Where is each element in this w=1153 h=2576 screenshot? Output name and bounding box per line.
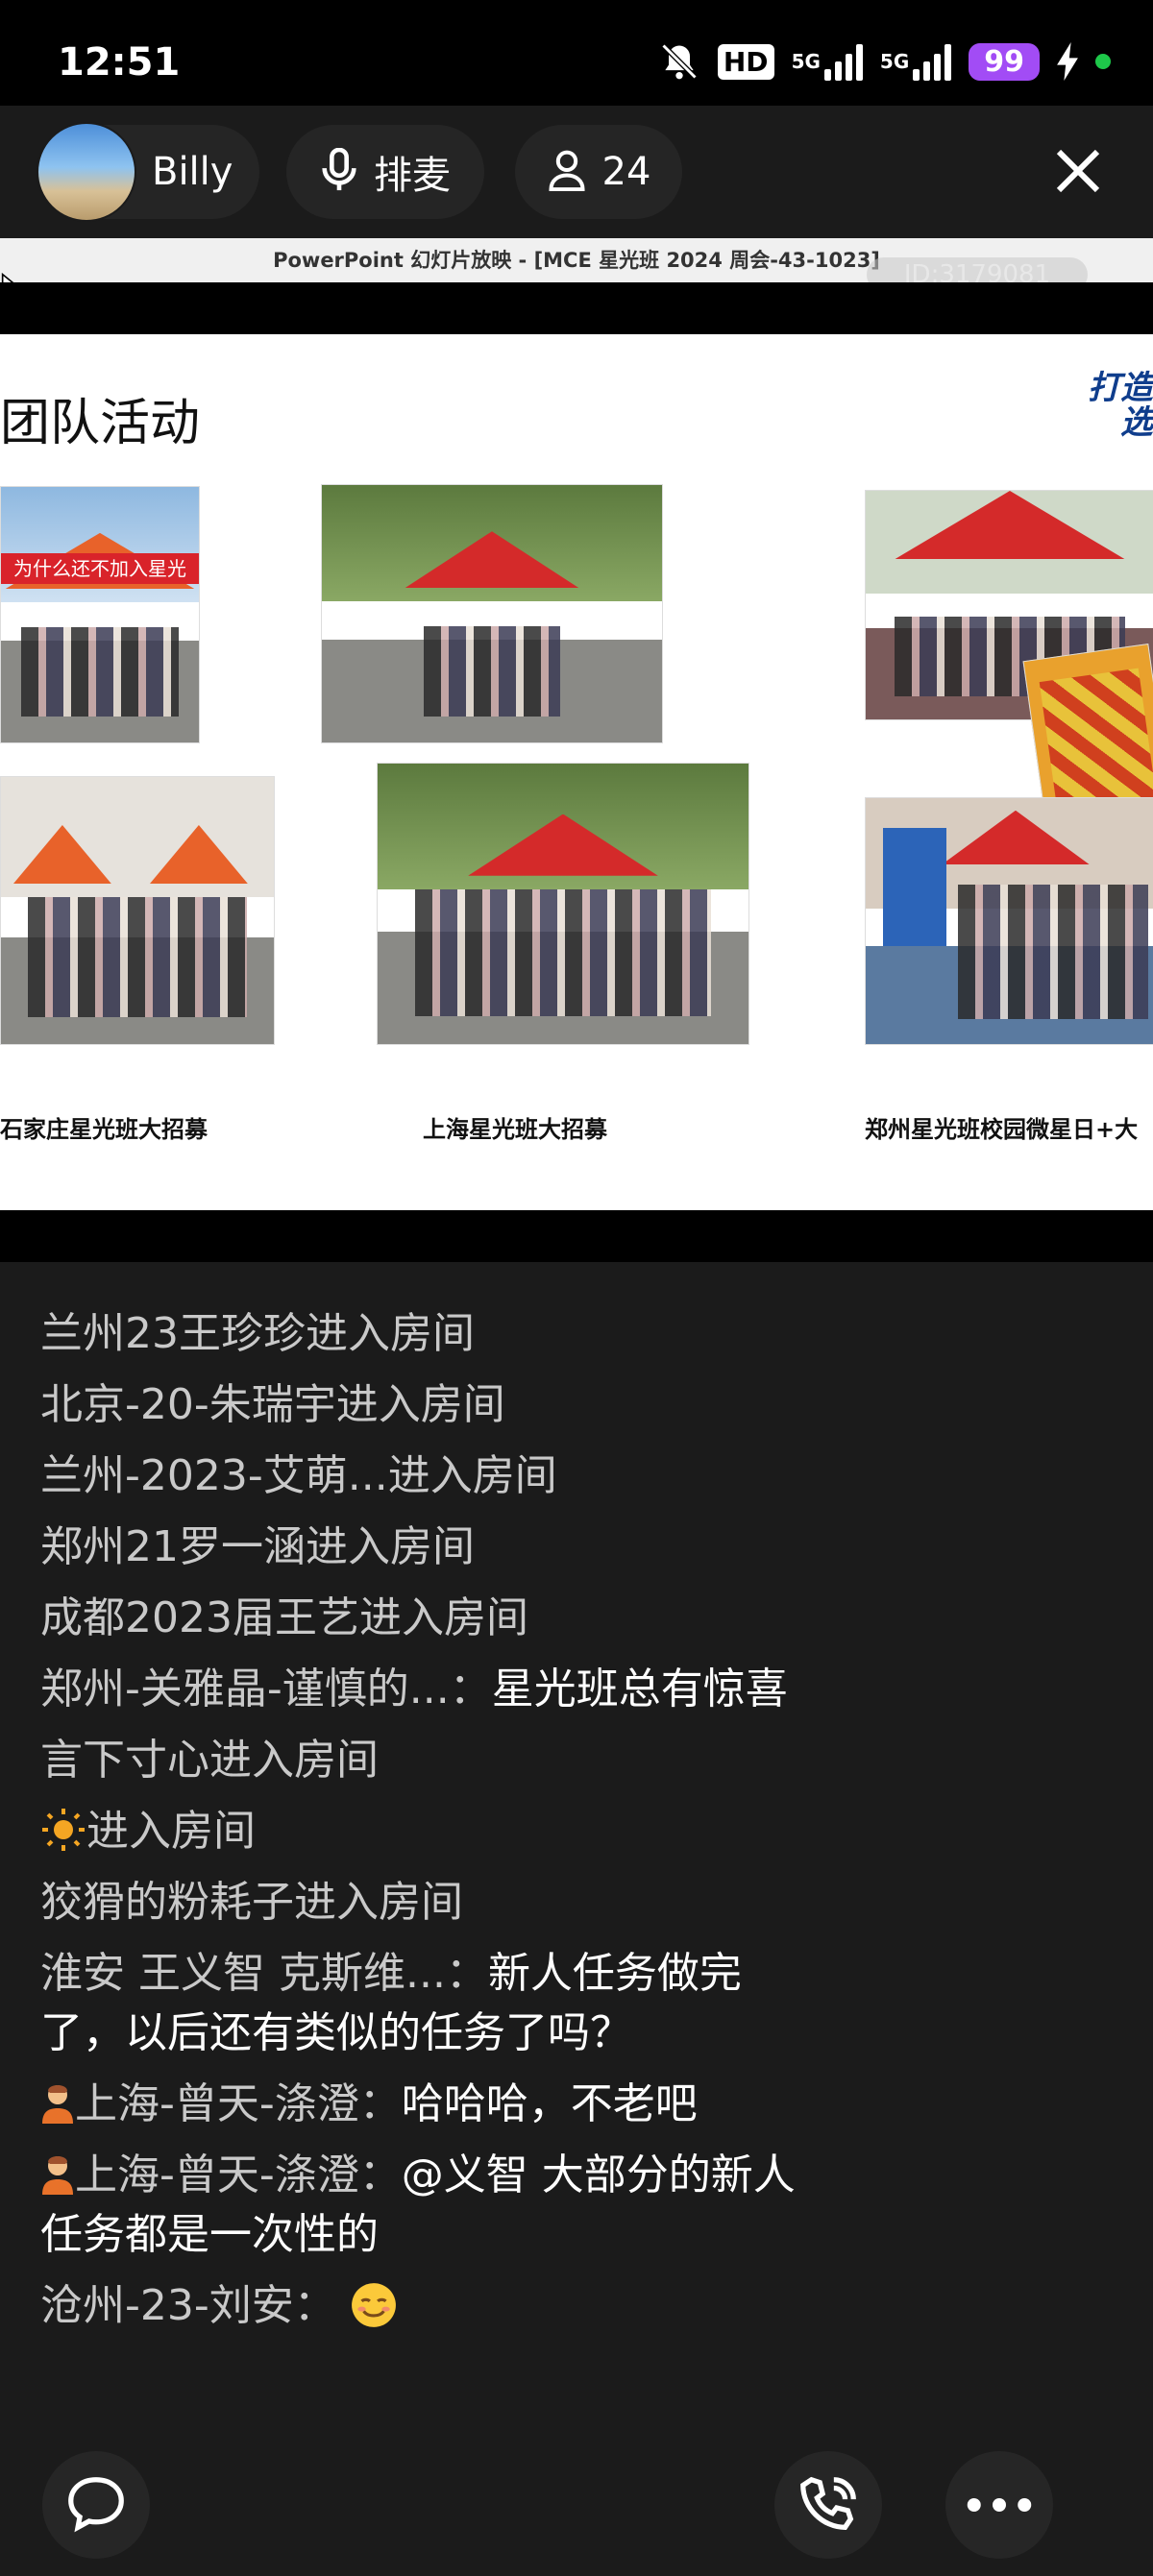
person-emoji-icon [40,2080,75,2124]
chat-message: 北京-20-朱瑞宇进入房间 [40,1380,505,1429]
network-label: 5G [879,50,910,73]
logo-line-1: 打造 [1088,369,1153,407]
signal-icon: 5G [792,42,863,81]
slide-letterbox-bottom [0,1210,1153,1262]
chat-message: 沧州-23-刘安： [40,2276,809,2336]
chat-bubble-icon[interactable] [42,2451,150,2559]
smiling-face-emoji-icon [350,2281,398,2329]
person-emoji-icon [40,2151,75,2195]
mic-dot-icon [1095,54,1111,69]
chat-message: 上海-曾天-涤澄：@义智 大部分的新人任务都是一次性的 [40,2151,796,2259]
phone-call-icon[interactable] [774,2451,882,2559]
chat-message: 狡猾的粉耗子进入房间 [40,1878,463,1927]
avatar[interactable] [37,122,136,222]
person-icon [547,149,587,195]
viewer-count: 24 [601,150,651,194]
photo-banner-text: 为什么还不加入星光班! [1,553,199,585]
signal-icon: 5G [879,42,952,81]
chat-message: 兰州23王珍珍进入房间 [40,1309,475,1358]
chat-message: 言下寸心进入房间 [40,1736,379,1785]
photo-shanghai-1 [321,484,663,743]
caption-zhengzhou: 郑州星光班校园微星日+大 [865,1116,1139,1143]
network-label: 5G [791,50,821,73]
microphone-icon [320,147,358,196]
slide-logo: 打造 选 [1088,371,1153,440]
queue-button[interactable]: 排麦 [286,125,484,219]
queue-label: 排麦 [374,154,451,198]
chat-message: 郑州-关雅晶-谨慎的...：星光班总有惊喜 [40,1665,788,1713]
slide-letterbox-top [0,282,1153,334]
photo-shanghai-2 [377,763,749,1045]
status-icons: HD 5G 5G 99 [658,40,1111,83]
chat-message: 上海-曾天-涤澄：哈哈哈，不老吧 [40,2075,809,2134]
viewers-button[interactable]: 24 [515,125,682,219]
more-icon[interactable] [945,2451,1053,2559]
logo-line-2: 选 [1120,403,1153,442]
battery-icon: 99 [969,42,1040,81]
caption-shanghai: 上海星光班大招募 [423,1116,607,1143]
hd-icon: HD [717,43,774,80]
host-name: Billy [152,150,233,194]
slide-heading: 团队活动 [0,395,201,452]
chat-message: 淮安 王义智 克斯维...：新人任务做完了，以后还有类似的任务了吗？ [40,1949,742,2057]
status-bar: 12:51 HD 5G 5G 99 [0,0,1153,106]
chat-message: 成都2023届王艺进入房间 [40,1593,528,1642]
photo-zhengzhou-3 [865,797,1153,1045]
chat-message: 兰州-2023-艾萌...进入房间 [40,1451,557,1500]
charging-icon [1057,42,1078,81]
caption-shijiazhuang: 石家庄星光班大招募 [0,1116,208,1143]
chat-message: 郑州21罗一涵进入房间 [40,1522,475,1571]
mute-bell-icon [658,40,700,83]
chat-message: 进入房间 [40,1802,809,1861]
photo-shijiazhuang-2 [0,776,275,1045]
close-icon[interactable] [1049,142,1107,200]
host-chip[interactable]: Billy [37,122,259,222]
status-time: 12:51 [58,40,181,85]
room-header: Billy 排麦 24 [0,106,1153,240]
photo-shijiazhuang-1: 为什么还不加入星光班! [0,486,200,743]
sun-emoji-icon [40,1807,86,1853]
chat-list[interactable]: 兰州23王珍珍进入房间 北京-20-朱瑞宇进入房间 兰州-2023-艾萌...进… [40,1304,809,2347]
shared-slide: 团队活动 打造 选 为什么还不加入星光班! 石家庄星光班大招募 上海星光班大招募… [0,334,1153,1210]
